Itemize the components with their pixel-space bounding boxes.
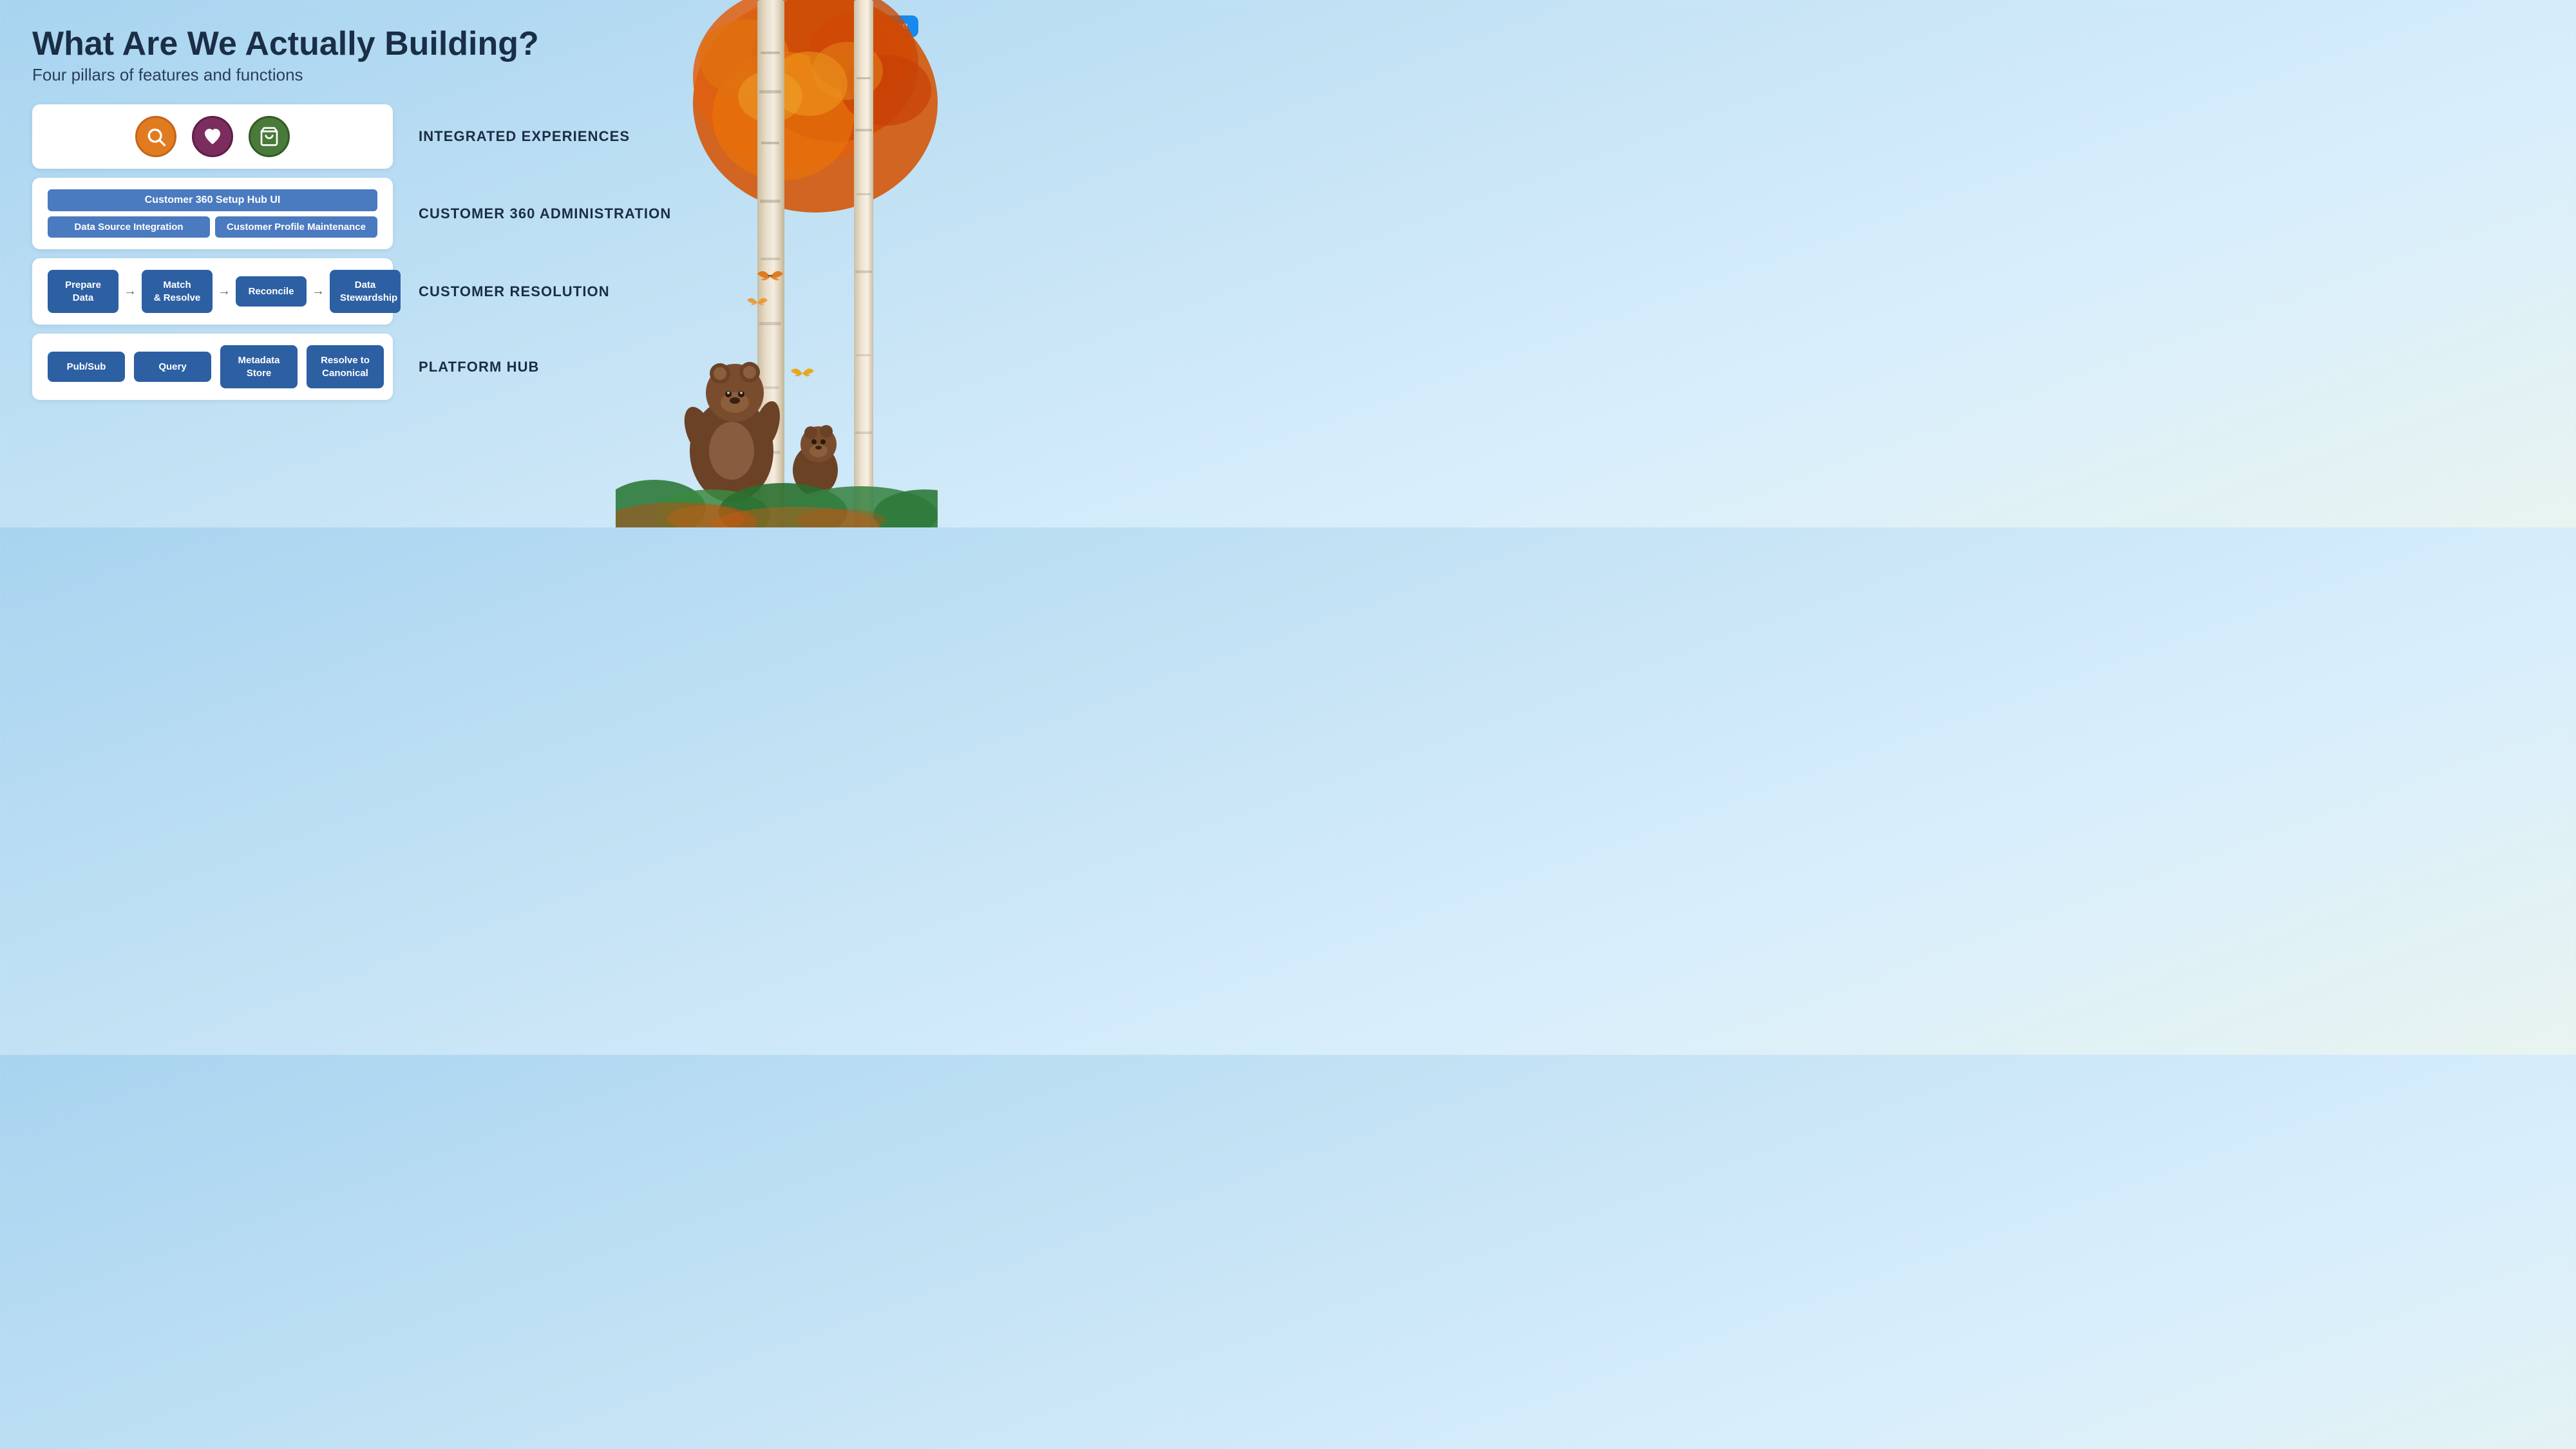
admin-bottom-row: Data Source Integration Customer Profile… <box>48 216 377 238</box>
arrow-3: → <box>312 284 325 299</box>
integrated-experiences-card <box>32 104 393 169</box>
customer-360-admin-row: Customer 360 Setup Hub UI Data Source In… <box>32 178 905 249</box>
main-title: What Are We Actually Building? <box>32 26 905 62</box>
pubsub-box: Pub/Sub <box>48 352 125 383</box>
admin-customer-profile: Customer Profile Maintenance <box>215 216 377 238</box>
platform-row: Pub/Sub Query MetadataStore Resolve toCa… <box>48 345 377 388</box>
main-content: What Are We Actually Building? Four pill… <box>0 0 938 527</box>
search-icon-circle <box>135 116 176 157</box>
reconcile-box: Reconcile <box>236 276 307 307</box>
customer-360-admin-label: CUSTOMER 360 ADMINISTRATION <box>419 205 671 222</box>
admin-data-source: Data Source Integration <box>48 216 210 238</box>
prepare-data-box: Prepare Data <box>48 270 118 313</box>
customer-resolution-label: CUSTOMER RESOLUTION <box>419 283 610 300</box>
pipeline-row: Prepare Data → Match& Resolve → Reconcil… <box>48 270 377 313</box>
customer-resolution-card: Prepare Data → Match& Resolve → Reconcil… <box>32 258 393 325</box>
sub-title: Four pillars of features and functions <box>32 65 905 85</box>
arrow-1: → <box>124 284 137 299</box>
integrated-experiences-row: INTEGRATED EXPERIENCES <box>32 104 905 169</box>
heart-icon-circle <box>192 116 233 157</box>
platform-hub-card: Pub/Sub Query MetadataStore Resolve toCa… <box>32 334 393 400</box>
resolve-canonical-box: Resolve toCanonical <box>307 345 384 388</box>
integrated-experiences-label: INTEGRATED EXPERIENCES <box>419 128 630 145</box>
platform-hub-label: PLATFORM HUB <box>419 359 540 375</box>
customer-resolution-row: Prepare Data → Match& Resolve → Reconcil… <box>32 258 905 325</box>
admin-top-bar: Customer 360 Setup Hub UI <box>48 189 377 211</box>
platform-hub-row: Pub/Sub Query MetadataStore Resolve toCa… <box>32 334 905 400</box>
pillars-container: INTEGRATED EXPERIENCES Customer 360 Setu… <box>32 104 905 400</box>
cart-icon-circle <box>249 116 290 157</box>
title-section: What Are We Actually Building? Four pill… <box>32 26 905 85</box>
admin-inner: Customer 360 Setup Hub UI Data Source In… <box>48 189 377 238</box>
match-resolve-box: Match& Resolve <box>142 270 213 313</box>
data-stewardship-box: DataStewardship <box>330 270 401 313</box>
arrow-2: → <box>218 284 231 299</box>
icons-row <box>135 116 290 157</box>
metadata-store-box: MetadataStore <box>220 345 298 388</box>
customer-360-admin-card: Customer 360 Setup Hub UI Data Source In… <box>32 178 393 249</box>
query-box: Query <box>134 352 211 383</box>
